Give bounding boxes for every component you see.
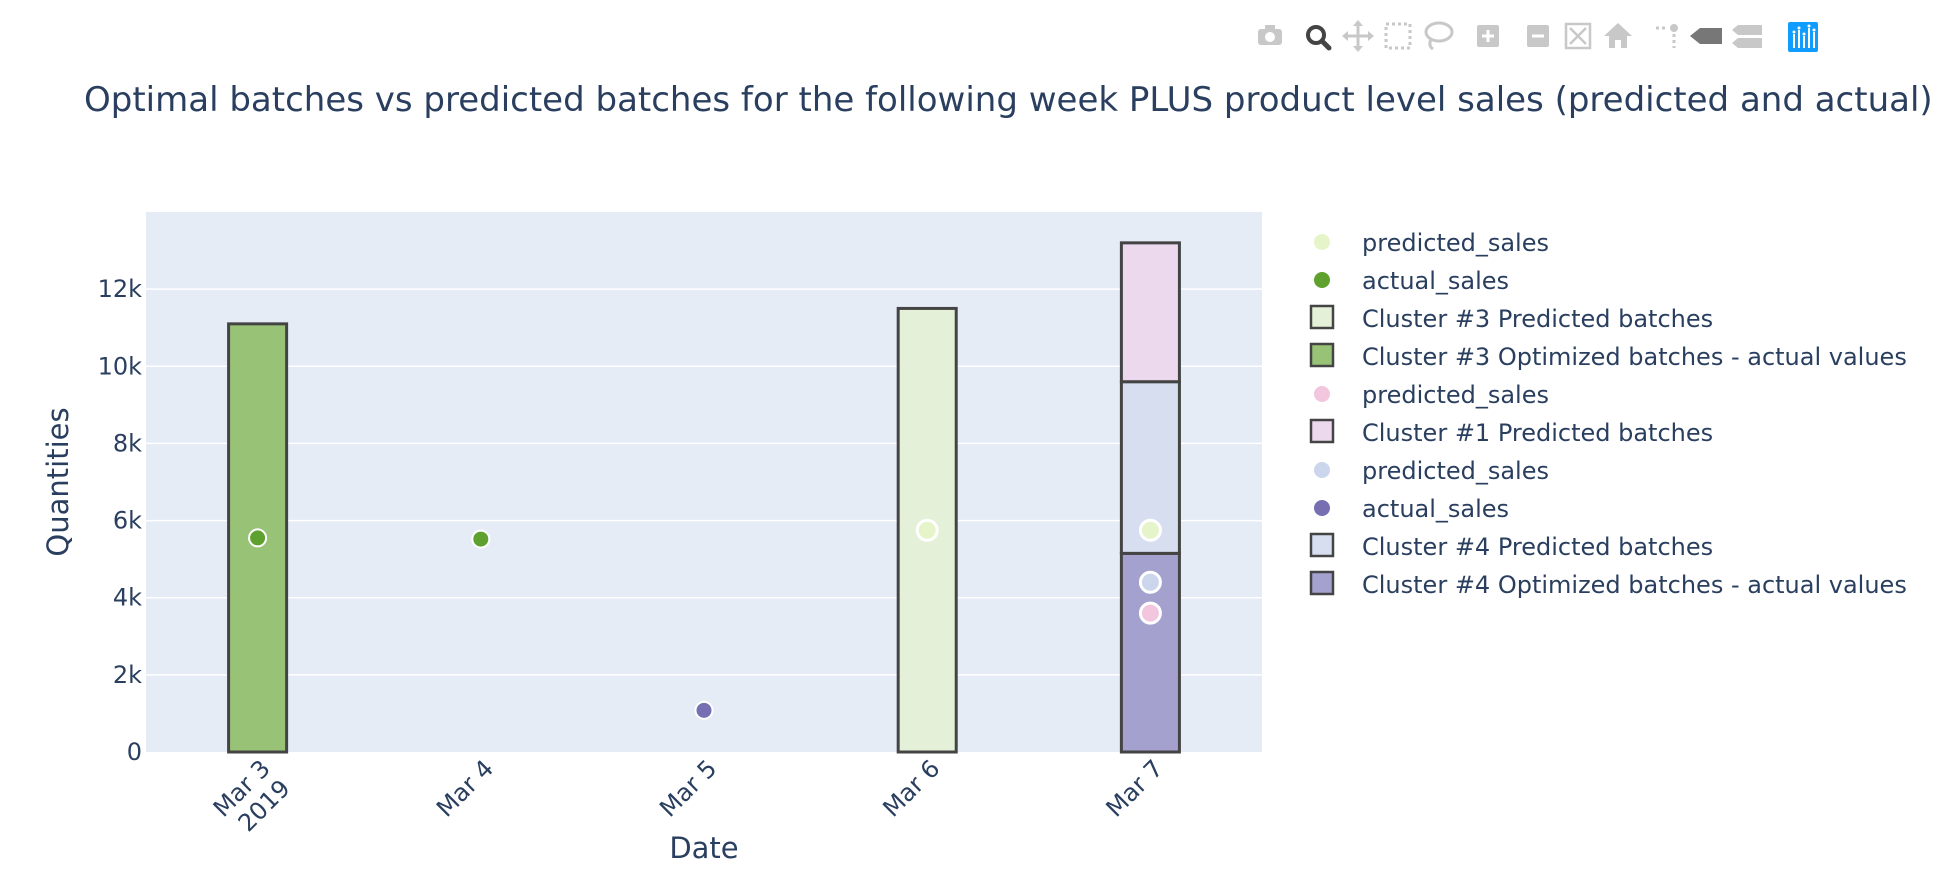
legend-marker (1314, 500, 1330, 516)
legend-item[interactable]: Cluster #4 Predicted batches (1309, 532, 1713, 561)
legend-label: predicted_sales (1362, 381, 1549, 409)
legend-swatch (1309, 570, 1335, 596)
y-tick-label: 8k (113, 429, 142, 457)
y-tick-label: 0 (127, 738, 142, 766)
data-point[interactable] (1138, 518, 1162, 542)
legend-label: Cluster #4 Predicted batches (1362, 533, 1713, 561)
legend-swatch (1309, 304, 1335, 330)
legend-marker (1314, 234, 1330, 250)
y-axis-ticks: 0 2k 4k 6k 8k 10k 12k (98, 275, 143, 766)
legend-marker (1314, 272, 1330, 288)
legend-item[interactable]: predicted_sales (1314, 381, 1549, 409)
x-tick-label: Mar 7 (1101, 754, 1169, 822)
legend-label: predicted_sales (1362, 229, 1549, 257)
x-tick-label: Mar 4 (431, 754, 499, 822)
legend-marker (1314, 386, 1330, 402)
bar[interactable] (1119, 241, 1181, 384)
legend-marker (1314, 462, 1330, 478)
data-point[interactable] (1138, 570, 1162, 594)
y-tick-label: 2k (113, 661, 142, 689)
plot-area[interactable] (146, 212, 1262, 752)
data-point[interactable] (471, 529, 491, 549)
y-tick-label: 10k (98, 352, 143, 380)
legend-swatch (1309, 532, 1335, 558)
y-tick-label: 12k (98, 275, 143, 303)
x-tick-label: Mar 5 (654, 754, 722, 822)
legend-item[interactable]: predicted_sales (1314, 229, 1549, 257)
x-axis-ticks: Mar 32019 Mar 4 Mar 5 Mar 6 Mar 7 (208, 754, 1169, 842)
x-tick-label: Mar 32019 (208, 754, 296, 842)
legend-item[interactable]: Cluster #3 Optimized batches - actual va… (1309, 342, 1907, 371)
legend-label: predicted_sales (1362, 457, 1549, 485)
data-point[interactable] (1138, 601, 1162, 625)
legend-label: actual_sales (1362, 267, 1509, 295)
legend-item[interactable]: actual_sales (1314, 267, 1509, 295)
legend-label: Cluster #4 Optimized batches - actual va… (1362, 571, 1907, 599)
data-point[interactable] (248, 528, 268, 548)
legend-item[interactable]: Cluster #1 Predicted batches (1309, 418, 1713, 447)
y-tick-label: 4k (113, 584, 142, 612)
y-axis-title: Quantities (41, 407, 75, 556)
legend-swatch (1309, 342, 1335, 368)
legend-label: Cluster #3 Predicted batches (1362, 305, 1713, 333)
data-point[interactable] (694, 700, 714, 720)
legend-item[interactable]: actual_sales (1314, 495, 1509, 523)
x-axis-title: Date (669, 831, 738, 865)
legend-item[interactable]: Cluster #4 Optimized batches - actual va… (1309, 570, 1907, 599)
legend: predicted_sales actual_sales Cluster #3 Pr… (1309, 229, 1907, 599)
data-point[interactable] (915, 518, 939, 542)
legend-swatch (1309, 418, 1335, 444)
legend-label: Cluster #3 Optimized batches - actual va… (1362, 343, 1907, 371)
legend-item[interactable]: predicted_sales (1314, 457, 1549, 485)
legend-label: actual_sales (1362, 495, 1509, 523)
y-tick-label: 6k (113, 507, 142, 535)
x-tick-label: Mar 6 (877, 754, 945, 822)
legend-label: Cluster #1 Predicted batches (1362, 419, 1713, 447)
chart-title: Optimal batches vs predicted batches for… (84, 80, 1933, 120)
chart-canvas: Optimal batches vs predicted batches for… (41, 80, 1933, 865)
legend-item[interactable]: Cluster #3 Predicted batches (1309, 304, 1713, 333)
